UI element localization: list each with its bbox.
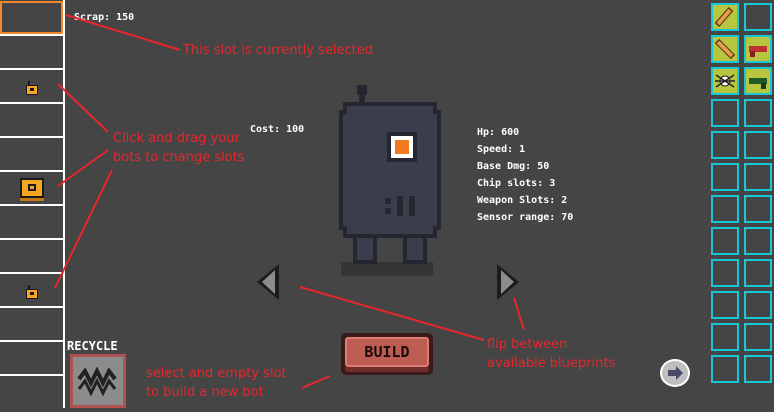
annotation-selected: This slot is currently selected [183, 43, 373, 58]
annotation-empty-line2: to build a new bot [146, 385, 264, 400]
annotation-drag-line1: Click and drag your [113, 131, 240, 146]
annotation-flip-line1: flip between [487, 337, 568, 352]
annotation-drag-line2: bots to change slots [113, 150, 245, 165]
annotation-lines [54, 14, 525, 389]
annotation-flip-line2: available blueprints [487, 356, 616, 371]
annotation-empty-line1: select and empty slot [146, 366, 287, 381]
